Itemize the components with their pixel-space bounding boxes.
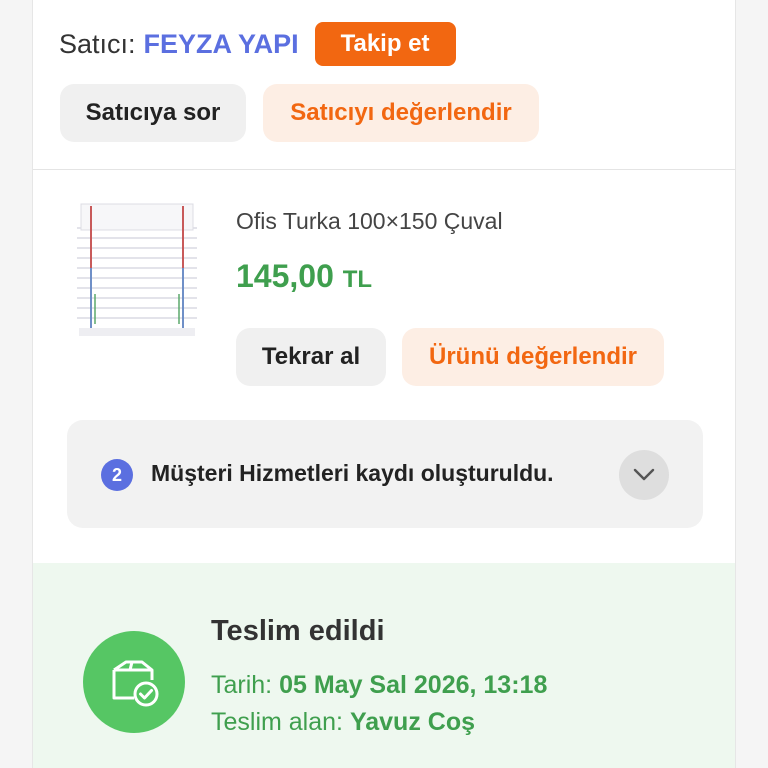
delivery-date-value: 05 May Sal 2026, 13:18: [279, 671, 548, 699]
order-detail-card: Satıcı: FEYZA YAPI Takip et Satıcıya sor…: [32, 0, 736, 768]
sack-stack-image: [77, 203, 197, 336]
price-currency: TL: [342, 266, 373, 293]
support-notice[interactable]: 2 Müşteri Hizmetleri kaydı oluşturuldu.: [67, 420, 703, 528]
product-image[interactable]: [73, 198, 201, 340]
notice-text: Müşteri Hizmetleri kaydı oluşturuldu.: [151, 460, 554, 486]
delivery-section: Teslim edildi Tarih: 05 May Sal 2026, 13…: [33, 563, 735, 768]
seller-row: Satıcı: FEYZA YAPI Takip et: [59, 22, 456, 66]
delivery-status: Teslim edildi: [211, 615, 385, 647]
rate-seller-button[interactable]: Satıcıyı değerlendir: [263, 84, 539, 142]
price-amount: 145,00: [236, 258, 334, 294]
delivery-date-label: Tarih:: [211, 671, 273, 699]
delivery-receiver-label: Teslim alan:: [211, 708, 343, 736]
delivery-date: Tarih: 05 May Sal 2026, 13:18: [211, 671, 547, 700]
delivery-receiver-value: Yavuz Coş: [349, 708, 476, 736]
seller-name-link[interactable]: FEYZA YAPI: [144, 29, 299, 60]
notice-count-badge: 2: [101, 459, 133, 491]
reorder-button[interactable]: Tekrar al: [236, 328, 386, 386]
product-title[interactable]: Ofis Turka 100×150 Çuval: [236, 208, 503, 235]
product-price: 145,00 TL: [236, 258, 372, 295]
chevron-down-icon: [633, 468, 655, 481]
rate-product-button[interactable]: Ürünü değerlendir: [402, 328, 664, 386]
delivery-receiver: Teslim alan: Yavuz Coş: [211, 708, 475, 737]
delivered-box-icon: [83, 631, 185, 733]
seller-section: Satıcı: FEYZA YAPI Takip et Satıcıya sor…: [33, 0, 735, 170]
ask-seller-button[interactable]: Satıcıya sor: [60, 84, 246, 142]
seller-label: Satıcı:: [59, 28, 136, 59]
follow-button[interactable]: Takip et: [314, 22, 456, 66]
notice-expand-button[interactable]: [619, 450, 669, 500]
